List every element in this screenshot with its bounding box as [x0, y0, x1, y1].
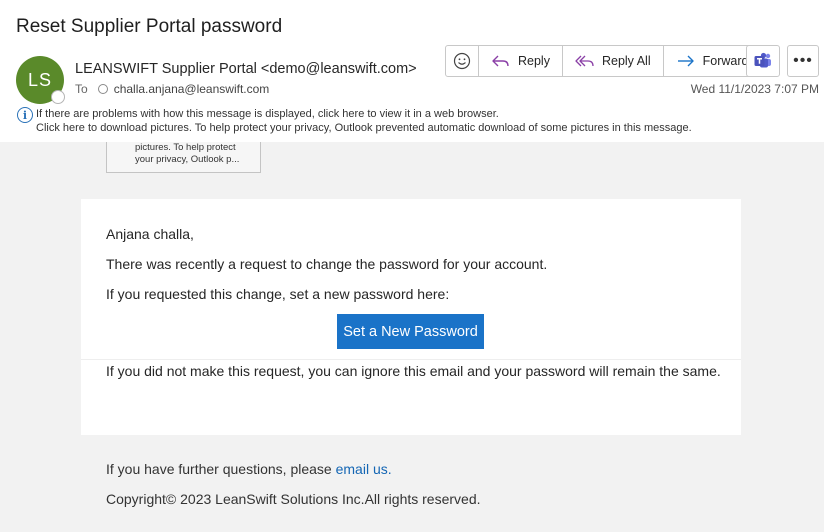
- set-new-password-button[interactable]: Set a New Password: [337, 314, 484, 349]
- react-button[interactable]: [446, 46, 478, 76]
- view-in-browser-link[interactable]: If there are problems with how this mess…: [36, 108, 499, 120]
- request-notice: There was recently a request to change t…: [106, 256, 548, 272]
- divider: [81, 359, 741, 360]
- teams-icon: [754, 52, 771, 68]
- info-icon: i: [17, 107, 33, 123]
- recipient-presence-icon: [97, 84, 108, 94]
- email-content-card: Anjana challa, There was recently a requ…: [81, 199, 741, 435]
- reply-all-icon: [575, 55, 594, 67]
- download-pictures-link[interactable]: Click here to download pictures. To help…: [36, 122, 692, 134]
- greeting: Anjana challa,: [106, 226, 194, 242]
- blocked-image-placeholder[interactable]: pictures. To help protect your privacy, …: [106, 142, 261, 173]
- recipient-address[interactable]: challa.anjana@leanswift.com: [114, 82, 270, 96]
- blocked-image-text-1: pictures. To help protect: [135, 142, 236, 153]
- reply-button[interactable]: Reply: [478, 46, 562, 76]
- reply-icon: [492, 55, 509, 67]
- reply-label: Reply: [518, 54, 550, 68]
- sender-name[interactable]: LEANSWIFT Supplier Portal <demo@leanswif…: [75, 61, 420, 77]
- teams-button[interactable]: [746, 45, 780, 77]
- forward-label: Forward: [702, 54, 749, 68]
- message-toolbar: Reply Reply All Forward: [445, 45, 762, 77]
- copyright-text: Copyright© 2023 LeanSwift Solutions Inc.…: [106, 491, 481, 507]
- reply-all-button[interactable]: Reply All: [561, 46, 663, 76]
- emoji-icon: [453, 52, 471, 70]
- email-subject: Reset Supplier Portal password: [16, 16, 283, 37]
- message-header: Reset Supplier Portal password LS LEANSW…: [0, 0, 824, 142]
- blocked-image-text-2: your privacy, Outlook p...: [135, 154, 240, 165]
- email-us-link[interactable]: email us.: [336, 461, 392, 477]
- recipient-line: To challa.anjana@leanswift.com: [75, 82, 269, 96]
- footer-questions-text: If you have further questions, please: [106, 461, 336, 477]
- instruction-text: If you requested this change, set a new …: [106, 286, 450, 302]
- forward-icon: [677, 55, 694, 67]
- presence-icon: [51, 90, 65, 104]
- more-icon: •••: [793, 52, 813, 69]
- received-date: Wed 11/1/2023 7:07 PM: [690, 82, 819, 96]
- to-label: To: [75, 82, 88, 96]
- footer-questions: If you have further questions, please em…: [106, 461, 392, 477]
- more-actions-button[interactable]: •••: [787, 45, 819, 77]
- reply-all-label: Reply All: [601, 54, 651, 68]
- ignore-notice: If you did not make this request, you ca…: [106, 363, 721, 379]
